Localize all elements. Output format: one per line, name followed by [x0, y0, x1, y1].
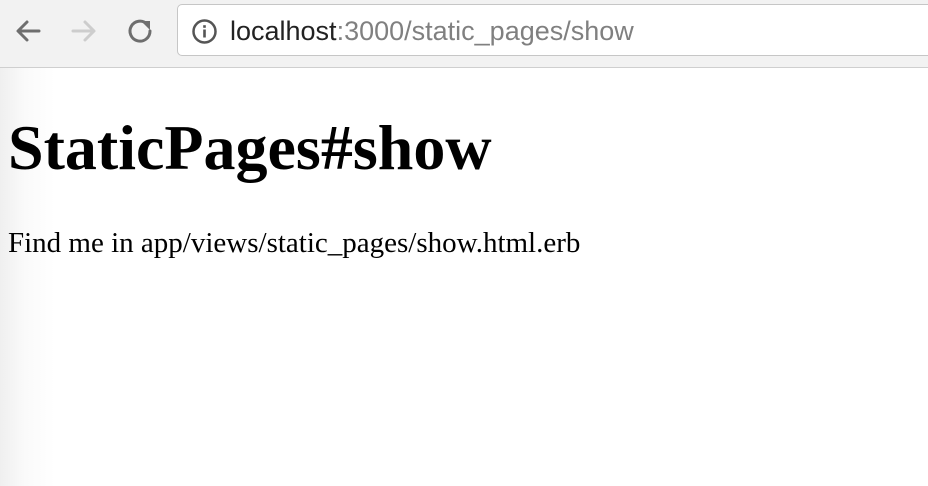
- forward-button[interactable]: [64, 11, 104, 51]
- address-bar[interactable]: localhost:3000/static_pages/show: [177, 4, 928, 56]
- page-content: StaticPages#show Find me in app/views/st…: [0, 68, 928, 486]
- page-title: StaticPages#show: [8, 112, 492, 183]
- browser-toolbar: localhost:3000/static_pages/show: [0, 0, 928, 68]
- info-circle-icon[interactable]: [191, 18, 218, 45]
- page-body-text: Find me in app/views/static_pages/show.h…: [8, 227, 581, 259]
- back-button[interactable]: [8, 11, 48, 51]
- back-arrow-icon: [16, 20, 41, 42]
- url-path: :3000/static_pages/show: [336, 16, 634, 46]
- url-host: localhost: [230, 16, 337, 46]
- forward-arrow-icon: [71, 20, 96, 42]
- reload-button[interactable]: [120, 11, 160, 51]
- reload-icon: [128, 19, 152, 43]
- url-text[interactable]: localhost:3000/static_pages/show: [230, 15, 634, 47]
